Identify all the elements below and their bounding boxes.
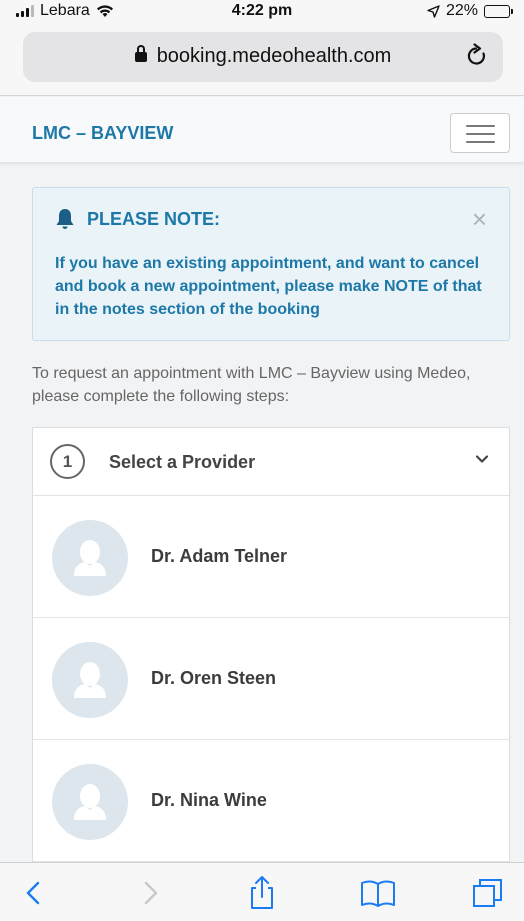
bell-icon xyxy=(56,209,74,229)
lock-icon xyxy=(134,45,147,62)
step-header[interactable]: 1 Select a Provider xyxy=(33,428,509,496)
user-silhouette-icon xyxy=(52,520,128,596)
provider-item[interactable]: Dr. Nina Wine xyxy=(33,740,509,862)
step-number: 1 xyxy=(50,444,85,479)
step-title: Select a Provider xyxy=(109,452,256,472)
status-right: 22% xyxy=(427,2,513,20)
notice-body: If you have an existing appointment, and… xyxy=(55,255,482,318)
location-arrow-icon xyxy=(427,4,440,18)
menu-button[interactable] xyxy=(450,113,510,153)
user-silhouette-icon xyxy=(52,764,128,840)
reload-icon[interactable] xyxy=(465,43,489,69)
address-bar[interactable]: booking.medeohealth.com xyxy=(23,32,503,82)
provider-name: Dr. Oren Steen xyxy=(151,668,277,688)
book-icon[interactable] xyxy=(358,875,398,911)
chevron-left-icon[interactable] xyxy=(18,875,58,911)
provider-name: Dr. Nina Wine xyxy=(151,790,267,810)
intro-text: To request an appointment with LMC – Bay… xyxy=(32,365,471,405)
battery-percent: 22% xyxy=(445,2,478,19)
provider-name: Dr. Adam Telner xyxy=(151,546,288,566)
url-text: booking.medeohealth.com xyxy=(156,45,392,67)
menu-bar-icon xyxy=(466,133,495,135)
site-brand[interactable]: LMC – BAYVIEW xyxy=(32,123,173,144)
close-icon[interactable]: × xyxy=(472,206,487,232)
browser-top-bar: booking.medeohealth.com xyxy=(0,24,524,96)
url-display[interactable]: booking.medeohealth.com xyxy=(23,45,503,68)
tabs-icon[interactable] xyxy=(468,875,508,911)
menu-bar-icon xyxy=(466,141,495,143)
chevron-down-icon[interactable] xyxy=(475,452,489,466)
browser-toolbar xyxy=(0,862,524,921)
battery-icon xyxy=(484,4,513,18)
status-bar: Lebara 4:22 pm 22% xyxy=(0,0,524,24)
chevron-right-icon[interactable] xyxy=(128,875,168,911)
share-icon[interactable] xyxy=(242,875,282,911)
user-silhouette-icon xyxy=(52,642,128,718)
site-header: LMC – BAYVIEW xyxy=(0,97,524,163)
notice-alert: PLEASE NOTE: × If you have an existing a… xyxy=(32,187,510,341)
notice-title: PLEASE NOTE: xyxy=(87,208,221,229)
menu-bar-icon xyxy=(466,125,495,127)
notice-title-row: PLEASE NOTE: xyxy=(55,208,220,230)
provider-item[interactable]: Dr. Adam Telner xyxy=(33,496,509,618)
provider-item[interactable]: Dr. Oren Steen xyxy=(33,618,509,740)
provider-panel: 1 Select a Provider Dr. Adam Telner Dr. … xyxy=(32,427,510,907)
